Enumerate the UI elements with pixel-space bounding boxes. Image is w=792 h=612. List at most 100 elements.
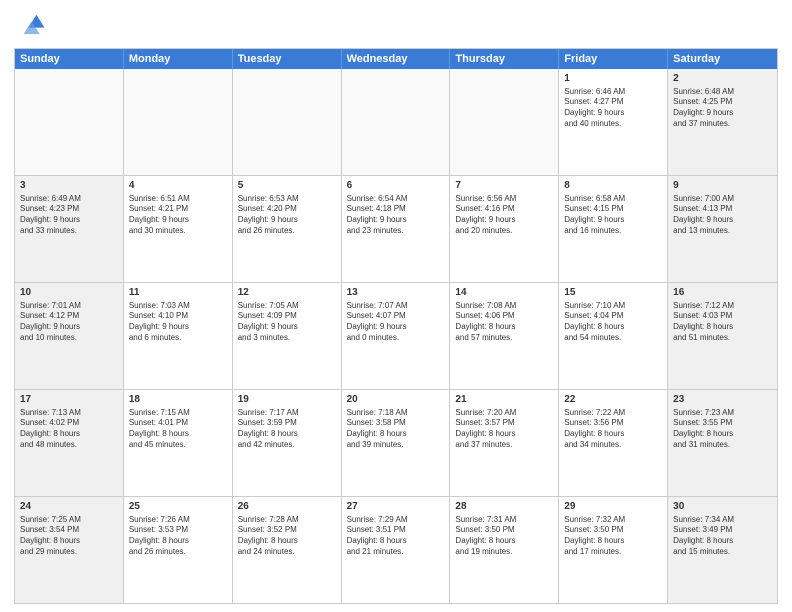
day-info: Sunrise: 7:17 AM Sunset: 3:59 PM Dayligh… — [238, 408, 336, 451]
day-number: 18 — [129, 393, 227, 407]
cal-cell-29: 29Sunrise: 7:32 AM Sunset: 3:50 PM Dayli… — [559, 497, 668, 603]
calendar: SundayMondayTuesdayWednesdayThursdayFrid… — [14, 48, 778, 604]
calendar-header: SundayMondayTuesdayWednesdayThursdayFrid… — [15, 49, 777, 69]
cal-cell-14: 14Sunrise: 7:08 AM Sunset: 4:06 PM Dayli… — [450, 283, 559, 389]
day-number: 27 — [347, 500, 445, 514]
cal-cell-empty-0-1 — [124, 69, 233, 175]
week-row-1: 1Sunrise: 6:46 AM Sunset: 4:27 PM Daylig… — [15, 69, 777, 176]
day-number: 24 — [20, 500, 118, 514]
day-info: Sunrise: 7:00 AM Sunset: 4:13 PM Dayligh… — [673, 194, 772, 237]
cal-cell-10: 10Sunrise: 7:01 AM Sunset: 4:12 PM Dayli… — [15, 283, 124, 389]
day-number: 9 — [673, 179, 772, 193]
day-number: 29 — [564, 500, 662, 514]
day-info: Sunrise: 7:12 AM Sunset: 4:03 PM Dayligh… — [673, 301, 772, 344]
day-info: Sunrise: 7:25 AM Sunset: 3:54 PM Dayligh… — [20, 515, 118, 558]
day-number: 7 — [455, 179, 553, 193]
day-number: 19 — [238, 393, 336, 407]
day-info: Sunrise: 7:01 AM Sunset: 4:12 PM Dayligh… — [20, 301, 118, 344]
day-info: Sunrise: 7:26 AM Sunset: 3:53 PM Dayligh… — [129, 515, 227, 558]
cal-cell-empty-0-2 — [233, 69, 342, 175]
day-info: Sunrise: 7:15 AM Sunset: 4:01 PM Dayligh… — [129, 408, 227, 451]
cal-cell-4: 4Sunrise: 6:51 AM Sunset: 4:21 PM Daylig… — [124, 176, 233, 282]
cal-cell-28: 28Sunrise: 7:31 AM Sunset: 3:50 PM Dayli… — [450, 497, 559, 603]
day-info: Sunrise: 7:13 AM Sunset: 4:02 PM Dayligh… — [20, 408, 118, 451]
cal-cell-2: 2Sunrise: 6:48 AM Sunset: 4:25 PM Daylig… — [668, 69, 777, 175]
cal-cell-19: 19Sunrise: 7:17 AM Sunset: 3:59 PM Dayli… — [233, 390, 342, 496]
cal-cell-12: 12Sunrise: 7:05 AM Sunset: 4:09 PM Dayli… — [233, 283, 342, 389]
logo — [14, 10, 50, 42]
day-info: Sunrise: 6:53 AM Sunset: 4:20 PM Dayligh… — [238, 194, 336, 237]
day-info: Sunrise: 6:58 AM Sunset: 4:15 PM Dayligh… — [564, 194, 662, 237]
day-number: 30 — [673, 500, 772, 514]
day-number: 16 — [673, 286, 772, 300]
day-info: Sunrise: 7:10 AM Sunset: 4:04 PM Dayligh… — [564, 301, 662, 344]
cal-cell-empty-0-0 — [15, 69, 124, 175]
header-day-thursday: Thursday — [450, 49, 559, 69]
cal-cell-25: 25Sunrise: 7:26 AM Sunset: 3:53 PM Dayli… — [124, 497, 233, 603]
day-info: Sunrise: 7:29 AM Sunset: 3:51 PM Dayligh… — [347, 515, 445, 558]
header-day-wednesday: Wednesday — [342, 49, 451, 69]
day-info: Sunrise: 6:46 AM Sunset: 4:27 PM Dayligh… — [564, 87, 662, 130]
cal-cell-22: 22Sunrise: 7:22 AM Sunset: 3:56 PM Dayli… — [559, 390, 668, 496]
cal-cell-15: 15Sunrise: 7:10 AM Sunset: 4:04 PM Dayli… — [559, 283, 668, 389]
day-info: Sunrise: 7:28 AM Sunset: 3:52 PM Dayligh… — [238, 515, 336, 558]
day-number: 6 — [347, 179, 445, 193]
day-info: Sunrise: 7:22 AM Sunset: 3:56 PM Dayligh… — [564, 408, 662, 451]
day-number: 8 — [564, 179, 662, 193]
day-number: 2 — [673, 72, 772, 86]
day-number: 12 — [238, 286, 336, 300]
cal-cell-20: 20Sunrise: 7:18 AM Sunset: 3:58 PM Dayli… — [342, 390, 451, 496]
week-row-5: 24Sunrise: 7:25 AM Sunset: 3:54 PM Dayli… — [15, 497, 777, 603]
day-number: 11 — [129, 286, 227, 300]
cal-cell-13: 13Sunrise: 7:07 AM Sunset: 4:07 PM Dayli… — [342, 283, 451, 389]
day-number: 20 — [347, 393, 445, 407]
day-info: Sunrise: 6:51 AM Sunset: 4:21 PM Dayligh… — [129, 194, 227, 237]
day-info: Sunrise: 7:31 AM Sunset: 3:50 PM Dayligh… — [455, 515, 553, 558]
day-number: 10 — [20, 286, 118, 300]
cal-cell-23: 23Sunrise: 7:23 AM Sunset: 3:55 PM Dayli… — [668, 390, 777, 496]
day-number: 14 — [455, 286, 553, 300]
day-number: 21 — [455, 393, 553, 407]
day-info: Sunrise: 7:34 AM Sunset: 3:49 PM Dayligh… — [673, 515, 772, 558]
day-number: 17 — [20, 393, 118, 407]
header-day-friday: Friday — [559, 49, 668, 69]
day-number: 15 — [564, 286, 662, 300]
day-number: 13 — [347, 286, 445, 300]
week-row-2: 3Sunrise: 6:49 AM Sunset: 4:23 PM Daylig… — [15, 176, 777, 283]
calendar-body: 1Sunrise: 6:46 AM Sunset: 4:27 PM Daylig… — [15, 69, 777, 603]
cal-cell-21: 21Sunrise: 7:20 AM Sunset: 3:57 PM Dayli… — [450, 390, 559, 496]
day-info: Sunrise: 7:03 AM Sunset: 4:10 PM Dayligh… — [129, 301, 227, 344]
cal-cell-empty-0-4 — [450, 69, 559, 175]
day-info: Sunrise: 6:48 AM Sunset: 4:25 PM Dayligh… — [673, 87, 772, 130]
cal-cell-17: 17Sunrise: 7:13 AM Sunset: 4:02 PM Dayli… — [15, 390, 124, 496]
cal-cell-24: 24Sunrise: 7:25 AM Sunset: 3:54 PM Dayli… — [15, 497, 124, 603]
day-number: 26 — [238, 500, 336, 514]
week-row-4: 17Sunrise: 7:13 AM Sunset: 4:02 PM Dayli… — [15, 390, 777, 497]
day-info: Sunrise: 6:54 AM Sunset: 4:18 PM Dayligh… — [347, 194, 445, 237]
day-info: Sunrise: 7:08 AM Sunset: 4:06 PM Dayligh… — [455, 301, 553, 344]
day-number: 4 — [129, 179, 227, 193]
day-number: 28 — [455, 500, 553, 514]
day-info: Sunrise: 7:05 AM Sunset: 4:09 PM Dayligh… — [238, 301, 336, 344]
cal-cell-8: 8Sunrise: 6:58 AM Sunset: 4:15 PM Daylig… — [559, 176, 668, 282]
day-info: Sunrise: 6:49 AM Sunset: 4:23 PM Dayligh… — [20, 194, 118, 237]
cal-cell-9: 9Sunrise: 7:00 AM Sunset: 4:13 PM Daylig… — [668, 176, 777, 282]
logo-icon — [14, 10, 46, 42]
day-number: 22 — [564, 393, 662, 407]
header-day-saturday: Saturday — [668, 49, 777, 69]
day-number: 25 — [129, 500, 227, 514]
day-info: Sunrise: 6:56 AM Sunset: 4:16 PM Dayligh… — [455, 194, 553, 237]
cal-cell-5: 5Sunrise: 6:53 AM Sunset: 4:20 PM Daylig… — [233, 176, 342, 282]
header — [14, 10, 778, 42]
day-number: 1 — [564, 72, 662, 86]
cal-cell-6: 6Sunrise: 6:54 AM Sunset: 4:18 PM Daylig… — [342, 176, 451, 282]
header-day-tuesday: Tuesday — [233, 49, 342, 69]
cal-cell-30: 30Sunrise: 7:34 AM Sunset: 3:49 PM Dayli… — [668, 497, 777, 603]
header-day-monday: Monday — [124, 49, 233, 69]
day-number: 23 — [673, 393, 772, 407]
day-info: Sunrise: 7:32 AM Sunset: 3:50 PM Dayligh… — [564, 515, 662, 558]
cal-cell-27: 27Sunrise: 7:29 AM Sunset: 3:51 PM Dayli… — [342, 497, 451, 603]
cal-cell-16: 16Sunrise: 7:12 AM Sunset: 4:03 PM Dayli… — [668, 283, 777, 389]
day-info: Sunrise: 7:07 AM Sunset: 4:07 PM Dayligh… — [347, 301, 445, 344]
page: SundayMondayTuesdayWednesdayThursdayFrid… — [0, 0, 792, 612]
